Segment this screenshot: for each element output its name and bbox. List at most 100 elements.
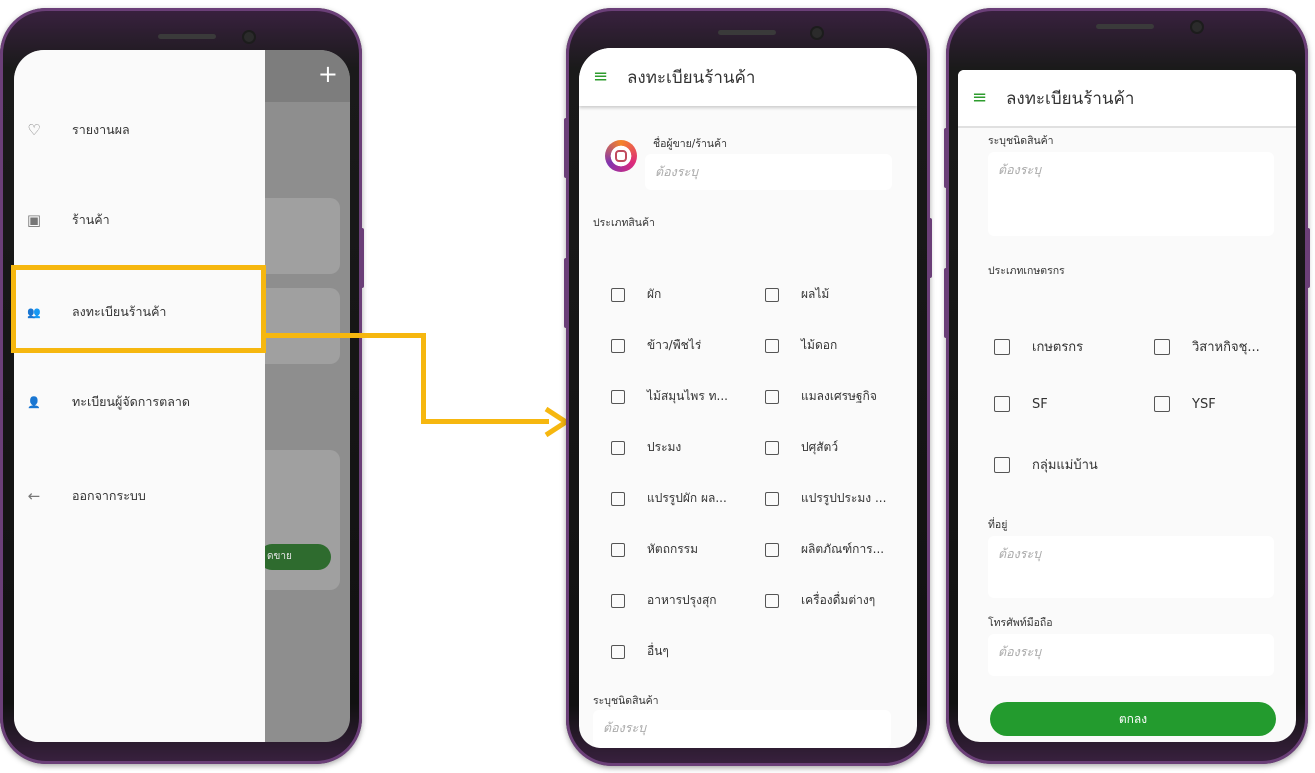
checkbox-vegetable[interactable]: ผัก bbox=[611, 285, 661, 304]
checkbox-square[interactable] bbox=[611, 644, 625, 659]
phone-frame-form-top: ≡ ลงทะเบียนร้านค้า ชื่อผู้ขาย/ร้านค้า ต้… bbox=[564, 8, 932, 766]
checkbox-square[interactable] bbox=[1154, 338, 1170, 355]
category-label: ประเภทสินค้า bbox=[593, 217, 655, 229]
drawer-item-label: ร้านค้า bbox=[72, 212, 110, 227]
phone-speaker bbox=[718, 30, 776, 35]
checkbox-livestock[interactable]: ปศุสัตว์ bbox=[765, 438, 838, 457]
hamburger-menu-icon[interactable]: ≡ bbox=[972, 89, 988, 107]
menu-screen: + ดขาย ♡ รายงานผล ▣ ร้านค้า 👥 ลงทะเบียนร… bbox=[14, 50, 350, 742]
checkbox-square[interactable] bbox=[611, 338, 625, 353]
drawer-item-shop[interactable]: ▣ ร้านค้า bbox=[14, 200, 265, 240]
checkbox-herbs[interactable]: ไม้สมุนไพร ท... bbox=[611, 387, 728, 406]
checkbox-square[interactable] bbox=[994, 338, 1010, 355]
checkbox-label: เครื่องดื่มต่างๆ bbox=[801, 593, 876, 607]
phone-input[interactable]: ต้องระบุ bbox=[988, 634, 1274, 676]
instagram-icon bbox=[605, 140, 637, 172]
checkbox-square[interactable] bbox=[765, 389, 779, 404]
checkbox-square[interactable] bbox=[611, 389, 625, 404]
checkbox-label: แปรรูปผัก ผล... bbox=[647, 491, 727, 505]
drawer-item-label: ทะเบียนผู้จัดการตลาด bbox=[72, 394, 191, 409]
hamburger-menu-icon[interactable]: ≡ bbox=[593, 68, 609, 86]
checkbox-community-enterprise[interactable]: วิสาหกิจชุ... bbox=[1154, 336, 1260, 357]
phone-side-button bbox=[360, 228, 364, 288]
drawer-item-market-manager[interactable]: 👤 ทะเบียนผู้จัดการตลาด bbox=[14, 382, 265, 422]
checkbox-processed-fishery[interactable]: แปรรูปประมง ... bbox=[765, 489, 886, 508]
phone-camera bbox=[812, 28, 822, 38]
checkbox-other[interactable]: อื่นๆ bbox=[611, 642, 669, 661]
checkbox-square[interactable] bbox=[611, 287, 625, 302]
phone-speaker bbox=[158, 34, 216, 39]
product-type-input[interactable]: ต้องระบุ bbox=[593, 710, 891, 748]
checkbox-square[interactable] bbox=[765, 491, 779, 506]
checkbox-label: ไม้สมุนไพร ท... bbox=[647, 389, 728, 403]
checkbox-farmer[interactable]: เกษตรกร bbox=[994, 336, 1083, 357]
checkbox-label: อาหารปรุงสุก bbox=[647, 593, 717, 607]
checkbox-label: ปศุสัตว์ bbox=[801, 440, 839, 454]
checkbox-square[interactable] bbox=[994, 396, 1010, 412]
checkbox-square[interactable] bbox=[765, 338, 779, 353]
checkbox-square[interactable] bbox=[611, 593, 625, 608]
checkbox-products[interactable]: ผลิตภัณฑ์การ... bbox=[765, 540, 884, 559]
checkbox-fruit[interactable]: ผลไม้ bbox=[765, 285, 829, 304]
drawer-item-report[interactable]: ♡ รายงานผล bbox=[14, 110, 265, 150]
phone-camera bbox=[1192, 22, 1202, 32]
checkbox-square[interactable] bbox=[611, 491, 625, 506]
checkbox-label: ผัก bbox=[647, 287, 662, 301]
farmer-type-label: ประเภทเกษตรกร bbox=[988, 265, 1065, 277]
checkbox-label: ประมง bbox=[647, 440, 682, 454]
checkbox-label: เกษตรกร bbox=[1032, 340, 1084, 355]
connector-line bbox=[421, 419, 549, 424]
form-screen-top: ≡ ลงทะเบียนร้านค้า ชื่อผู้ขาย/ร้านค้า ต้… bbox=[579, 48, 917, 748]
checkbox-beverages[interactable]: เครื่องดื่มต่างๆ bbox=[765, 591, 875, 610]
checkbox-label: อื่นๆ bbox=[647, 644, 669, 658]
page-title: ลงทะเบียนร้านค้า bbox=[1006, 88, 1135, 109]
shop-name-placeholder: ต้องระบุ bbox=[655, 164, 699, 179]
checkbox-square[interactable] bbox=[765, 542, 779, 557]
phone-side-button bbox=[564, 118, 568, 178]
product-type-label: ระบุชนิดสินค้า bbox=[593, 695, 659, 707]
address-textarea[interactable]: ต้องระบุ bbox=[988, 536, 1274, 598]
phone-side-button bbox=[944, 128, 948, 188]
phone-side-button bbox=[564, 258, 568, 328]
checkbox-label: ผลไม้ bbox=[801, 287, 830, 301]
product-type-placeholder: ต้องระบุ bbox=[603, 720, 647, 735]
checkbox-cooked-food[interactable]: อาหารปรุงสุก bbox=[611, 591, 717, 610]
checkbox-housewife-group[interactable]: กลุ่มแม่บ้าน bbox=[994, 454, 1098, 475]
checkbox-square[interactable] bbox=[765, 440, 779, 455]
phone-side-button bbox=[1306, 228, 1310, 288]
product-type-textarea[interactable]: ต้องระบุ bbox=[988, 152, 1274, 236]
product-type-placeholder: ต้องระบุ bbox=[998, 162, 1042, 177]
checkbox-label: หัตถกรรม bbox=[647, 542, 699, 556]
checkbox-label: แมลงเศรษฐกิจ bbox=[801, 389, 877, 403]
shop-name-input[interactable]: ต้องระบุ bbox=[645, 154, 892, 190]
plus-icon[interactable]: + bbox=[318, 60, 338, 88]
dimmed-sell-button: ดขาย bbox=[259, 544, 331, 570]
app-bar: ≡ ลงทะเบียนร้านค้า bbox=[958, 70, 1296, 128]
checkbox-fishery[interactable]: ประมง bbox=[611, 438, 681, 457]
navigation-drawer: ♡ รายงานผล ▣ ร้านค้า 👥 ลงทะเบียนร้านค้า … bbox=[14, 50, 265, 742]
highlight-box bbox=[11, 265, 266, 353]
checkbox-square[interactable] bbox=[611, 440, 625, 455]
connector-line bbox=[266, 333, 426, 338]
phone-frame-menu: + ดขาย ♡ รายงานผล ▣ ร้านค้า 👥 ลงทะเบียนร… bbox=[0, 8, 364, 764]
checkbox-sf[interactable]: SF bbox=[994, 396, 1048, 412]
phone-side-button bbox=[944, 268, 948, 338]
product-type-label: ระบุชนิดสินค้า bbox=[988, 135, 1054, 147]
address-label: ที่อยู่ bbox=[988, 519, 1008, 531]
checkbox-processed-produce[interactable]: แปรรูปผัก ผล... bbox=[611, 489, 727, 508]
checkbox-rice-crops[interactable]: ข้าว/พืชไร่ bbox=[611, 336, 701, 355]
submit-button[interactable]: ตกลง bbox=[990, 702, 1276, 736]
checkbox-square[interactable] bbox=[994, 456, 1010, 473]
checkbox-square[interactable] bbox=[765, 287, 779, 302]
checkbox-economic-insects[interactable]: แมลงเศรษฐกิจ bbox=[765, 387, 877, 406]
checkbox-square[interactable] bbox=[1154, 396, 1170, 412]
checkbox-square[interactable] bbox=[765, 593, 779, 608]
drawer-item-logout[interactable]: ← ออกจากระบบ bbox=[14, 476, 265, 516]
checkbox-square[interactable] bbox=[611, 542, 625, 557]
checkbox-flowers[interactable]: ไม้ดอก bbox=[765, 336, 837, 355]
drawer-item-label: รายงานผล bbox=[72, 122, 130, 137]
checkbox-ysf[interactable]: YSF bbox=[1154, 396, 1216, 412]
phone-placeholder: ต้องระบุ bbox=[998, 644, 1042, 659]
checkbox-label: ข้าว/พืชไร่ bbox=[647, 338, 702, 352]
checkbox-handicraft[interactable]: หัตถกรรม bbox=[611, 540, 698, 559]
